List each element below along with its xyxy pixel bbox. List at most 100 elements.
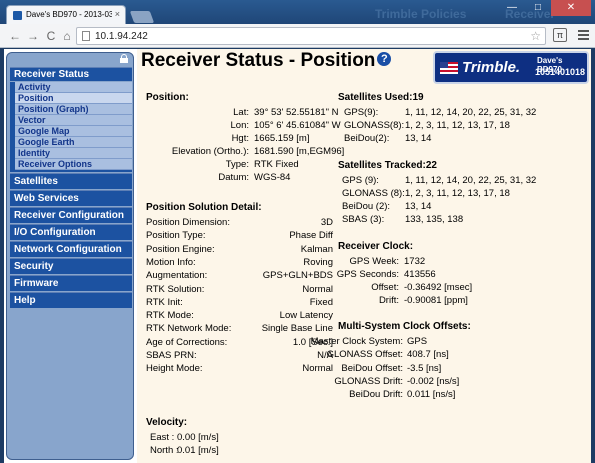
menu-section-i-o-configuration[interactable]: I/O Configuration	[10, 224, 132, 240]
clock-label: GPS Seconds:	[336, 269, 399, 280]
multi-label: BeiDou Drift:	[349, 389, 403, 401]
menu-icon[interactable]	[578, 30, 589, 42]
position-value: RTK Fixed	[254, 159, 299, 170]
sats_tracked-label: SBAS (3):	[342, 214, 385, 225]
position-label: Datum:	[218, 172, 249, 183]
menu-item-vector[interactable]: Vector	[15, 115, 132, 126]
tab-close-icon[interactable]: ×	[115, 9, 120, 19]
solution-value: Normal	[302, 283, 333, 295]
solution-value: Roving	[303, 256, 333, 268]
menu-section-web-services[interactable]: Web Services	[10, 190, 132, 206]
home-icon[interactable]: ⌂	[60, 29, 74, 43]
web-page: Receiver Status Activity Position Position …	[4, 49, 591, 463]
bookmark-star-icon[interactable]: ☆	[530, 29, 541, 43]
position-label: Lon:	[230, 120, 250, 131]
multi-label: BeiDou Offset:	[341, 362, 403, 374]
new-tab-button[interactable]	[129, 11, 155, 23]
clock-value: 1732	[404, 256, 426, 267]
sats_used-value: 13, 14	[405, 133, 432, 144]
sats_used-value: 1, 11, 12, 14, 20, 22, 25, 31, 32	[405, 107, 537, 118]
clock-heading: Receiver Clock:	[338, 241, 414, 252]
sats_tracked-label: BeiDou (2):	[342, 201, 391, 212]
extension-icon[interactable]: π	[553, 28, 567, 42]
solution-label: RTK Network Mode:	[146, 323, 232, 335]
menu-section-receiver-configuration[interactable]: Receiver Configuration	[10, 207, 132, 223]
help-icon[interactable]: ?	[377, 52, 392, 66]
browser-tab[interactable]: Dave's BD970 - 2013-03-2 ×	[6, 5, 126, 25]
menu-section-network-configuration[interactable]: Network Configuration	[10, 241, 132, 257]
sats_tracked-heading: Satellites Tracked:22	[338, 160, 437, 171]
velocity-value: 0.01 [m/s]	[177, 445, 219, 456]
solution-heading: Position Solution Detail:	[146, 202, 262, 213]
sats_used-label: GPS(9):	[344, 107, 379, 118]
menu-section-firmware[interactable]: Firmware	[10, 275, 132, 291]
position-label: Elevation (Ortho.):	[171, 146, 249, 157]
sats_tracked-label: GLONASS (8):	[342, 188, 405, 199]
multi-heading: Multi-System Clock Offsets:	[338, 321, 471, 332]
multi-value: 0.011 [ns/s]	[407, 389, 456, 401]
position-label: Lat:	[233, 107, 249, 118]
solution-value: Phase Diff	[289, 230, 333, 242]
velocity-value: 0.00 [m/s]	[177, 432, 219, 443]
multi-value: GPS	[407, 336, 428, 347]
menu-item-google-earth[interactable]: Google Earth	[15, 137, 132, 148]
multi-label: Master Clock System:	[310, 336, 403, 347]
back-icon[interactable]: ←	[8, 29, 22, 43]
position-label: Hgt:	[231, 133, 249, 144]
clock-label: Offset:	[371, 282, 399, 293]
velocity-heading: Velocity:	[146, 417, 188, 428]
menu-section-help[interactable]: Help	[10, 292, 132, 308]
menu-section-receiver-status[interactable]: Receiver Status	[10, 67, 132, 81]
menu-section-security[interactable]: Security	[10, 258, 132, 274]
multi-value: -3.5 [ns]	[407, 362, 442, 374]
url-text[interactable]: 10.1.94.242	[95, 31, 148, 42]
menu-item-identity[interactable]: Identity	[15, 148, 132, 159]
solution-label: Position Dimension:	[146, 217, 230, 228]
us-flag-icon	[440, 62, 458, 74]
solution-label: Position Engine:	[146, 243, 215, 255]
multi-label: GLONASS Offset:	[326, 349, 403, 361]
clock-value: -0.90081 [ppm]	[404, 295, 468, 306]
sats_used-label: GLONASS(8):	[344, 120, 405, 131]
solution-label: RTK Mode:	[146, 310, 194, 322]
solution-label: Motion Info:	[146, 256, 196, 268]
menu-item-position[interactable]: Position	[15, 93, 132, 104]
solution-label: RTK Init:	[146, 296, 183, 308]
multi-value: 408.7 [ns]	[407, 349, 449, 361]
reload-icon[interactable]: C	[44, 29, 58, 43]
lock-icon	[120, 54, 128, 63]
minimize-button[interactable]: —	[499, 0, 525, 16]
page-icon	[82, 31, 90, 41]
forward-icon[interactable]: →	[26, 29, 40, 43]
address-bar[interactable]: 10.1.94.242 ☆	[76, 27, 546, 45]
menu-item-position-graph[interactable]: Position (Graph)	[15, 104, 132, 115]
menu-item-receiver-options[interactable]: Receiver Options	[15, 159, 132, 170]
sidebar-menu: Receiver Status Activity Position Position …	[10, 67, 132, 309]
solution-value: Normal	[302, 363, 333, 375]
menu-item-activity[interactable]: Activity	[15, 82, 132, 93]
browser-toolbar: ← → C ⌂ 10.1.94.242 ☆ π	[0, 24, 595, 48]
position-value: 105° 6' 45.61084" W	[254, 120, 341, 131]
main-content: Receiver Status - Position? Trimble. Dav…	[137, 49, 591, 463]
solution-value: GPS+GLN+BDS	[262, 270, 333, 282]
sats_tracked-label: GPS (9):	[342, 175, 379, 186]
page-title: Receiver Status - Position?	[141, 50, 392, 72]
logo-serial: 1051401018	[535, 67, 586, 77]
solution-label: Position Type:	[146, 230, 206, 242]
sats_tracked-value: 13, 14	[405, 201, 432, 212]
velocity-label: North :	[150, 445, 179, 456]
clock-value: 413556	[404, 269, 436, 280]
sats_tracked-value: 133, 135, 138	[405, 214, 464, 225]
position-value: 39° 53' 52.55181" N	[254, 107, 339, 118]
maximize-button[interactable]: □	[525, 0, 551, 16]
submenu: Activity Position Position (Graph) Vector Go…	[10, 82, 132, 172]
position-heading: Position:	[146, 92, 189, 103]
clock-value: -0.36492 [msec]	[404, 282, 473, 293]
favicon-icon	[13, 11, 22, 20]
close-window-button[interactable]: ✕	[551, 0, 591, 16]
menu-section-satellites[interactable]: Satellites	[10, 173, 132, 189]
solution-value: 3D	[320, 217, 333, 228]
solution-value: Fixed	[309, 296, 333, 308]
menu-item-google-map[interactable]: Google Map	[15, 126, 132, 137]
sats_tracked-value: 1, 2, 3, 11, 12, 13, 17, 18	[405, 188, 510, 199]
